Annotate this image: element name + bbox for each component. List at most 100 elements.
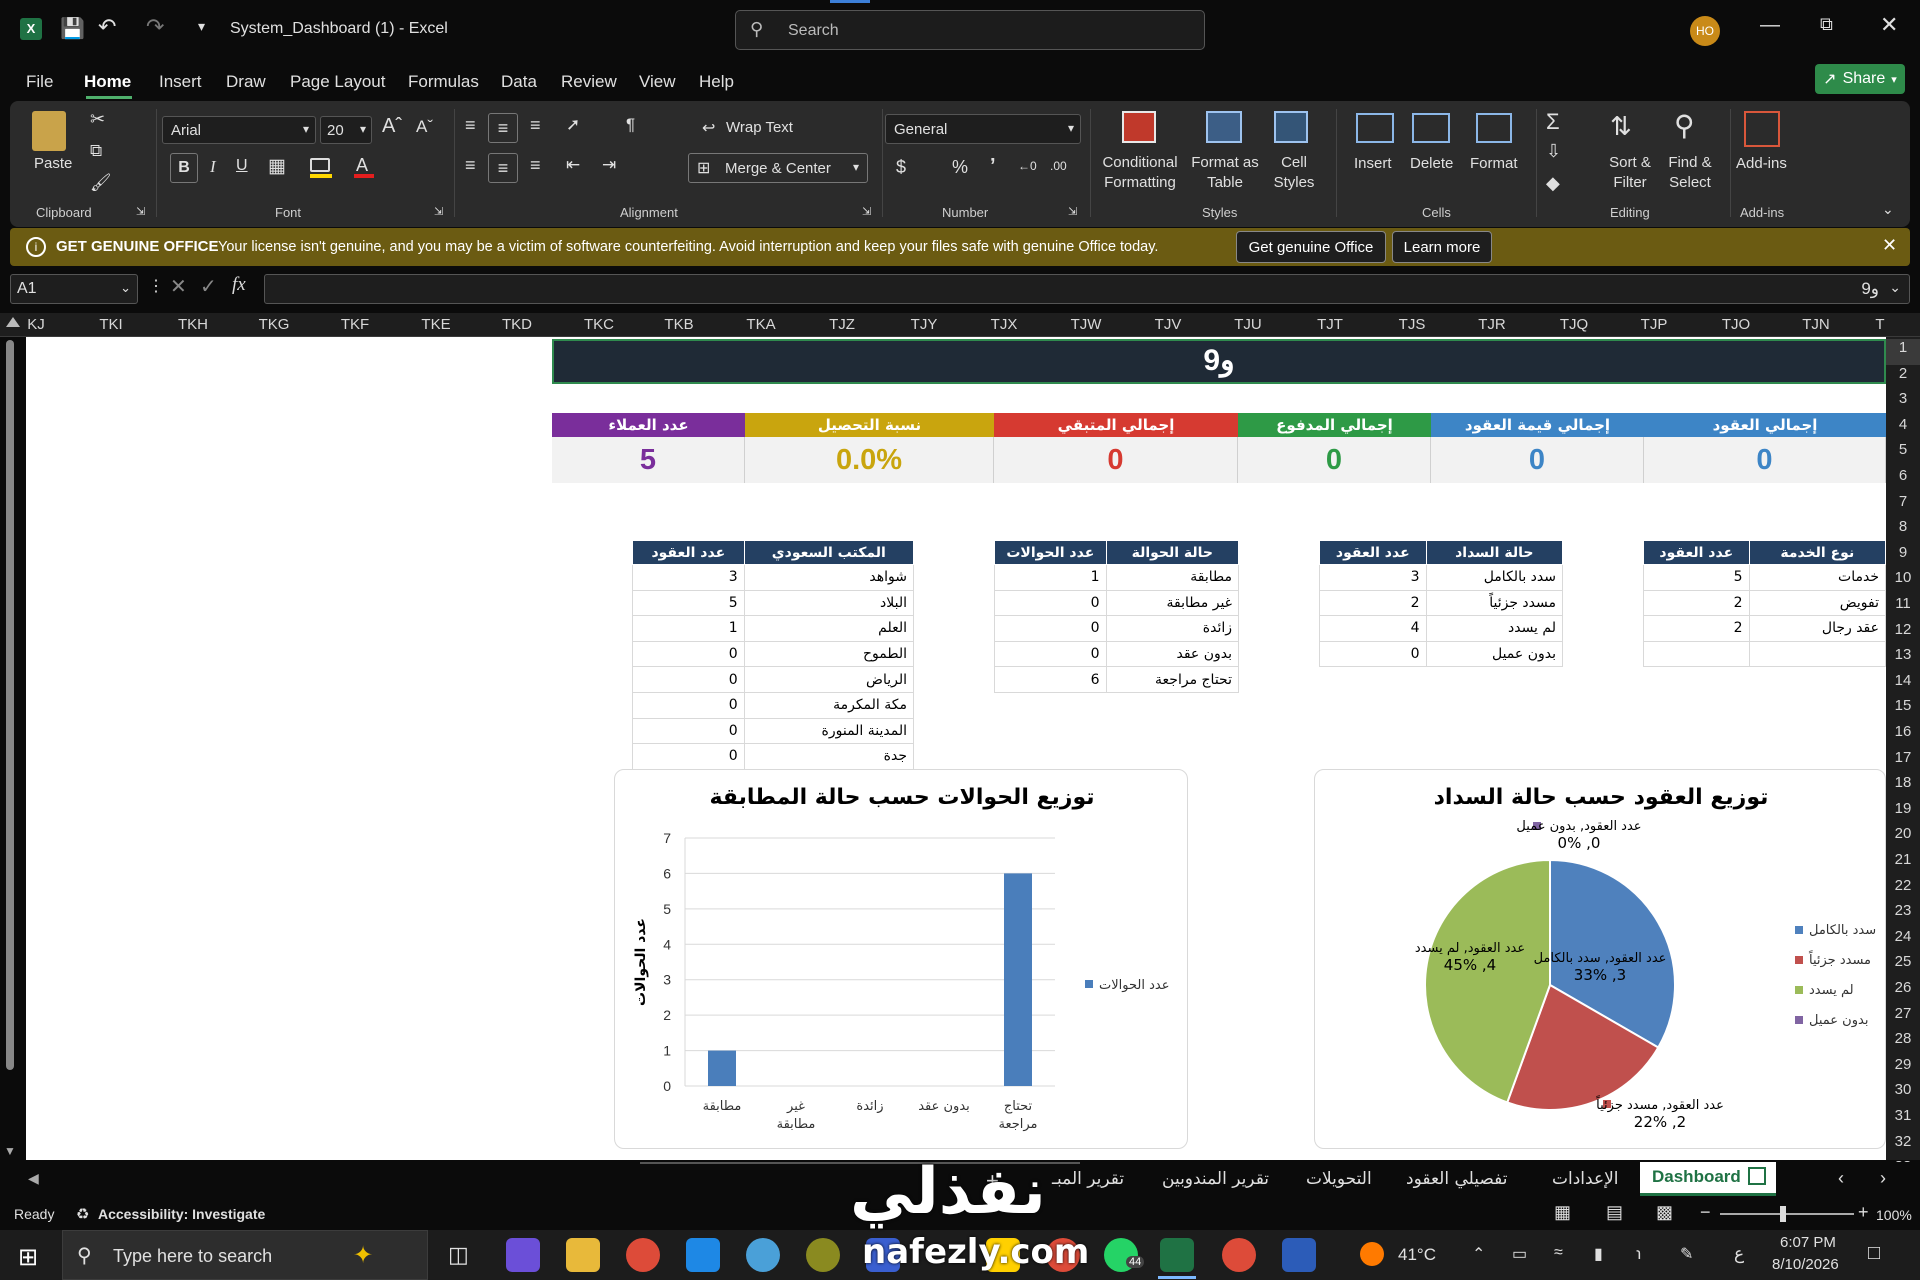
column-header[interactable]: TKF	[325, 316, 385, 333]
percent-icon[interactable]: %	[952, 157, 968, 178]
row-header[interactable]: 3	[1886, 390, 1920, 416]
table-cell-count[interactable]: 0	[994, 615, 1107, 642]
menu-view[interactable]: View	[639, 72, 676, 92]
table-cell-count[interactable]: 0	[632, 666, 745, 693]
clock-time[interactable]: 6:07 PM	[1780, 1234, 1836, 1251]
table-cell-count[interactable]: 0	[1319, 640, 1427, 668]
table-cell-count[interactable]: 6	[994, 666, 1107, 693]
underline-button[interactable]: U	[236, 157, 248, 175]
column-header[interactable]: KJ	[6, 316, 66, 333]
table-cell-label[interactable]: خدمات	[1748, 564, 1886, 591]
paste-icon[interactable]	[32, 111, 66, 151]
column-header[interactable]: TJO	[1706, 316, 1766, 333]
scroll-down-icon[interactable]: ▼	[4, 1144, 16, 1158]
accessibility-status[interactable]: Accessibility: Investigate	[98, 1206, 265, 1222]
row-header[interactable]: 19	[1886, 800, 1920, 826]
name-box[interactable]: A1 ⌄	[10, 274, 138, 304]
font-launcher-icon[interactable]: ⇲	[434, 205, 443, 218]
cell-styles-icon[interactable]	[1274, 111, 1308, 143]
weather-icon[interactable]	[1360, 1242, 1384, 1266]
increase-font-icon[interactable]: Aˆ	[382, 115, 402, 138]
menu-insert[interactable]: Insert	[159, 72, 202, 92]
row-header[interactable]: 20	[1886, 825, 1920, 851]
table-cell-label[interactable]: العلم	[743, 615, 915, 642]
table-cell-label[interactable]: البلاد	[743, 589, 915, 617]
clock-date[interactable]: 8/10/2026	[1772, 1256, 1839, 1273]
table-cell-count[interactable]: 3	[632, 564, 745, 591]
column-header[interactable]: TJW	[1056, 316, 1116, 333]
table-cell-label[interactable]: الرياض	[743, 666, 915, 693]
table-cell-count[interactable]: 0	[994, 640, 1107, 668]
share-button[interactable]: ↗ Share ▾	[1815, 64, 1905, 94]
kpi-total-paid-value[interactable]: 0	[1238, 437, 1431, 483]
align-center-icon[interactable]: ≡	[488, 153, 518, 183]
battery-icon[interactable]: ▮	[1594, 1244, 1603, 1264]
column-header[interactable]: TKA	[731, 316, 791, 333]
restore-icon[interactable]: ⧉	[1820, 14, 1833, 35]
italic-button[interactable]: I	[210, 157, 216, 177]
search-box[interactable]: ⚲ Search	[735, 10, 1205, 50]
app-pen-icon[interactable]	[1282, 1238, 1316, 1272]
table-cell-label[interactable]: مسدد جزئياً	[1425, 589, 1564, 617]
kpi-collection-rate-value[interactable]: 0.0%	[745, 437, 994, 483]
row-header[interactable]: 21	[1886, 851, 1920, 877]
insert-function-icon[interactable]: fx	[232, 274, 246, 296]
row-header[interactable]: 31	[1886, 1107, 1920, 1133]
row-header[interactable]: 29	[1886, 1056, 1920, 1082]
text-direction-icon[interactable]: ¶	[626, 115, 635, 135]
expand-formula-icon[interactable]: ⌄	[1889, 279, 1901, 296]
conditional-formatting-button[interactable]: Conditional Formatting	[1100, 153, 1180, 193]
app-eye-icon[interactable]	[746, 1238, 780, 1272]
fill-icon[interactable]: ⇩	[1546, 141, 1561, 162]
row-header[interactable]: 25	[1886, 953, 1920, 979]
paste-button[interactable]: Paste	[34, 155, 72, 172]
table-cell-count[interactable]: 0	[632, 691, 745, 719]
column-header[interactable]: TJQ	[1544, 316, 1604, 333]
format-as-table-button[interactable]: Format as Table	[1190, 153, 1260, 193]
row-header[interactable]: 23	[1886, 902, 1920, 928]
column-header[interactable]: TJT	[1300, 316, 1360, 333]
decrease-decimal-icon[interactable]: .00	[1050, 159, 1067, 173]
column-header[interactable]: TJN	[1786, 316, 1846, 333]
task-view-icon[interactable]: ◫	[448, 1242, 469, 1268]
table-cell-count[interactable]: 0	[994, 589, 1107, 617]
row-header[interactable]: 15	[1886, 697, 1920, 723]
tab-sales-reports[interactable]: تقرير المبـ	[1052, 1169, 1124, 1189]
tab-reps-report[interactable]: تقرير المندوبين	[1162, 1169, 1269, 1189]
column-header[interactable]: TKB	[649, 316, 709, 333]
table-cell-count[interactable]: 1	[994, 564, 1107, 591]
row-header[interactable]: 2	[1886, 365, 1920, 391]
minimize-icon[interactable]: —	[1760, 14, 1780, 37]
align-middle-icon[interactable]: ≡	[488, 113, 518, 143]
row-header[interactable]: 6	[1886, 467, 1920, 493]
align-left-icon[interactable]: ≡	[465, 155, 476, 176]
addins-icon[interactable]	[1744, 111, 1780, 147]
zoom-slider-thumb[interactable]	[1780, 1206, 1786, 1222]
find-select-icon[interactable]: ⚲	[1674, 109, 1695, 142]
row-header[interactable]: 18	[1886, 774, 1920, 800]
row-header[interactable]: 9	[1886, 544, 1920, 570]
kpi-total-contract-value-value[interactable]: 0	[1431, 437, 1644, 483]
row-header[interactable]: 12	[1886, 621, 1920, 647]
excel-taskbar-icon[interactable]	[1160, 1238, 1194, 1272]
tab-transfers[interactable]: التحويلات	[1306, 1169, 1372, 1189]
learn-more-button[interactable]: Learn more	[1392, 231, 1492, 263]
cell-styles-button[interactable]: Cell Styles	[1264, 153, 1324, 193]
wifi-icon[interactable]: ≈	[1554, 1244, 1563, 1262]
tab-settings[interactable]: الإعدادات	[1552, 1169, 1619, 1189]
column-header[interactable]: TJP	[1624, 316, 1684, 333]
delete-cells-button[interactable]: Delete	[1410, 155, 1453, 172]
clipboard-launcher-icon[interactable]: ⇲	[136, 205, 145, 218]
menu-review[interactable]: Review	[561, 72, 617, 92]
tab-prev-icon[interactable]: ‹	[1838, 1168, 1844, 1189]
tray-chevron-icon[interactable]: ⌃	[1472, 1244, 1485, 1264]
table-cell-count[interactable]: 0	[632, 743, 745, 770]
table-cell-count[interactable]: 5	[1643, 564, 1750, 591]
row-header[interactable]: 1	[1886, 339, 1920, 365]
redo-icon[interactable]: ↷	[146, 14, 164, 40]
align-top-icon[interactable]: ≡	[465, 115, 476, 136]
font-color-icon[interactable]: A	[356, 155, 368, 176]
bar-chart[interactable]: توزيع الحوالات حسب حالة المطابقة 0 1 2 3 4 5 6 7…	[614, 769, 1188, 1149]
format-as-table-icon[interactable]	[1206, 111, 1242, 143]
formula-input[interactable]: 9و ⌄	[264, 274, 1910, 304]
